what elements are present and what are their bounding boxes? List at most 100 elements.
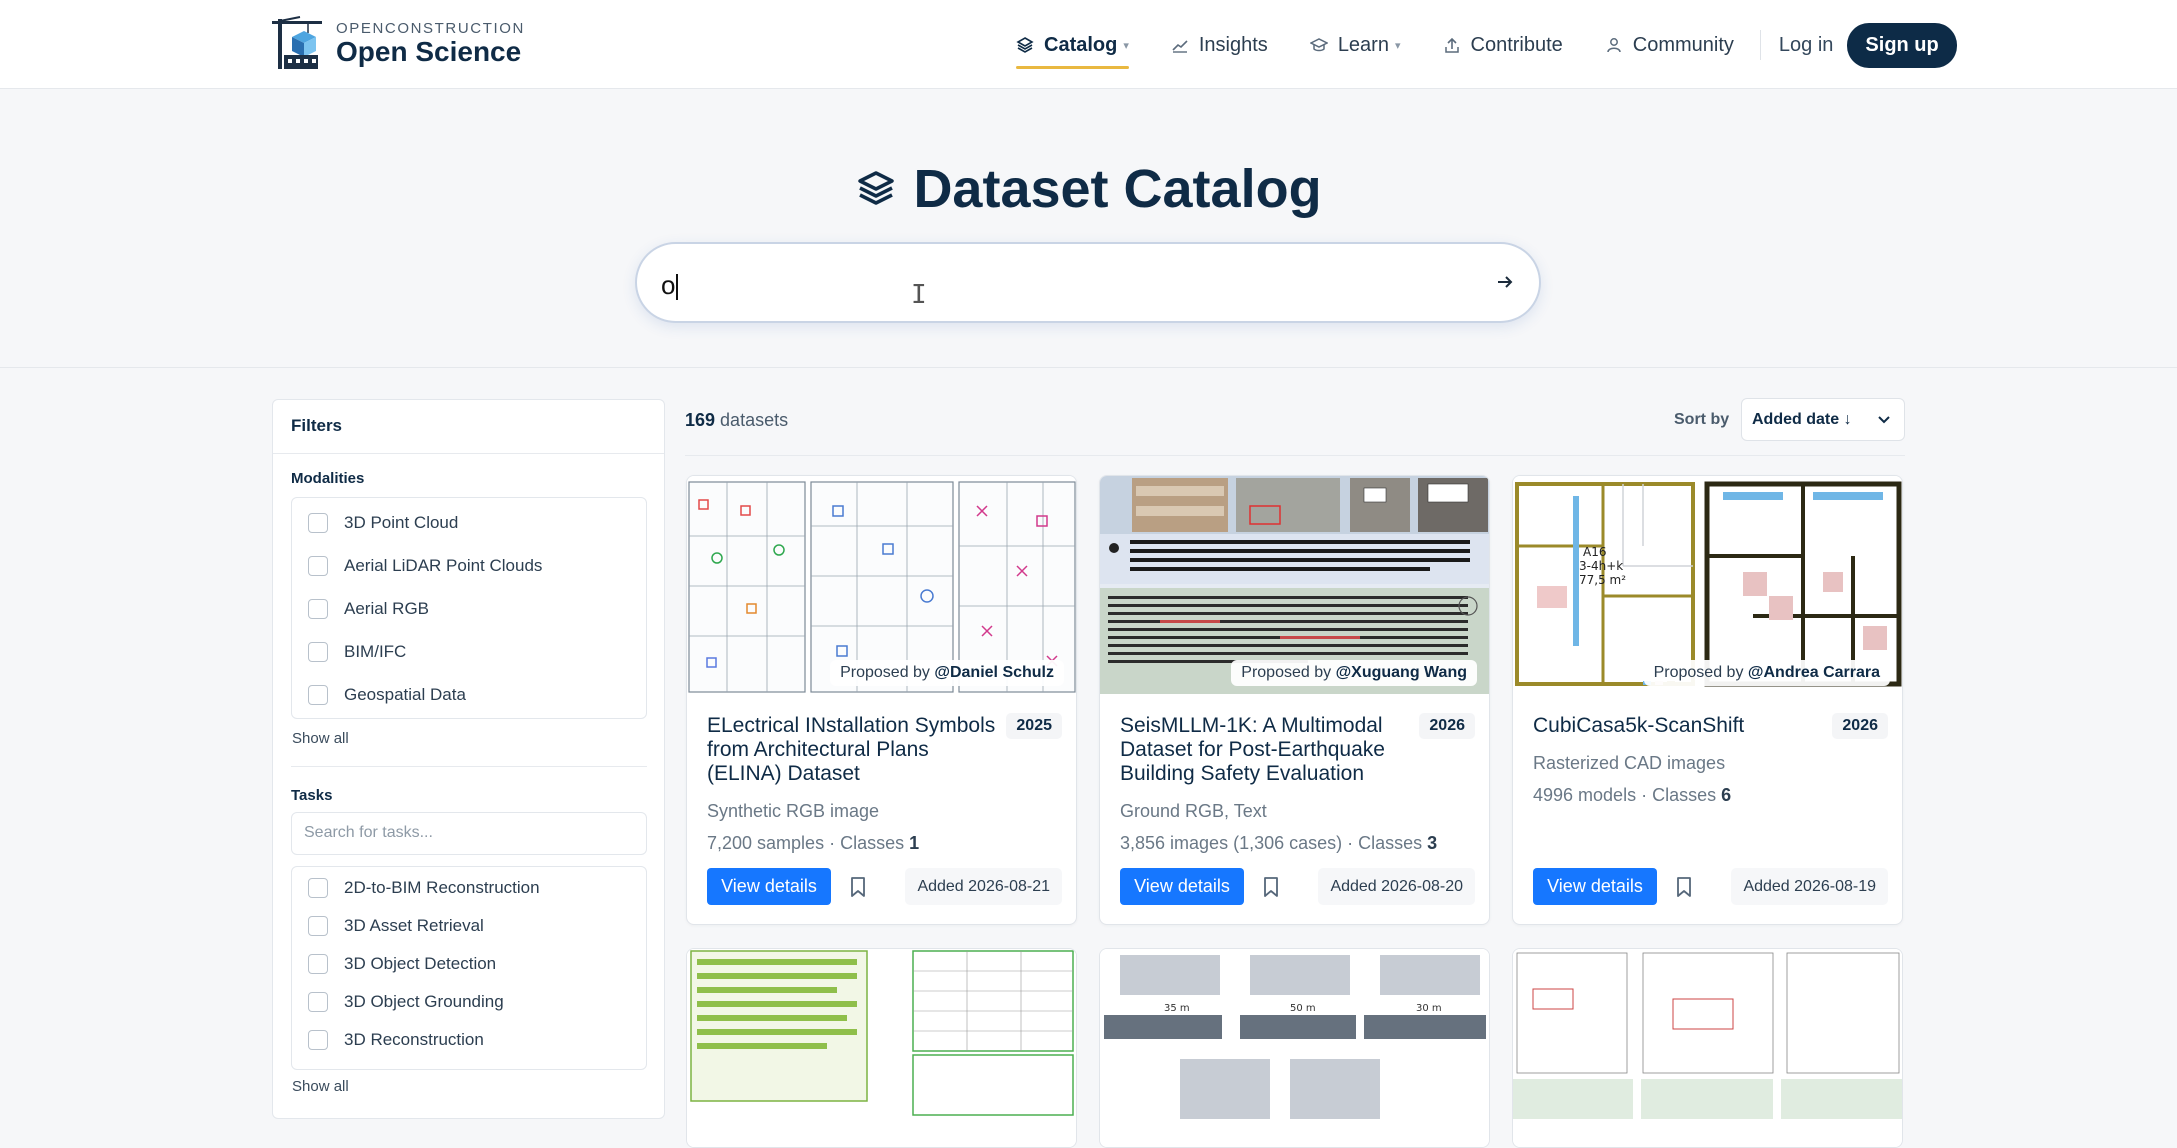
modalities-title: Modalities	[291, 470, 365, 487]
site-logo[interactable]: OPENCONSTRUCTION Open Science	[270, 14, 525, 74]
proposer-name[interactable]: @Andrea Carrara	[1748, 664, 1880, 681]
nav-contribute-label: Contribute	[1470, 33, 1563, 56]
signup-button[interactable]: Sign up	[1847, 22, 1957, 68]
dataset-card[interactable]	[1512, 948, 1903, 1148]
task-option[interactable]: 3D Object Grounding	[292, 983, 646, 1021]
nav-insights[interactable]: Insights	[1171, 25, 1268, 65]
checkbox[interactable]	[308, 916, 328, 936]
tasks-list: 2D-to-BIM Reconstruction 3D Asset Retrie…	[291, 866, 647, 1070]
divider	[685, 455, 1905, 456]
user-icon	[1605, 36, 1623, 54]
page-title-text: Dataset Catalog	[913, 159, 1322, 219]
dataset-modality: Rasterized CAD images	[1533, 753, 1726, 773]
arrow-right-icon[interactable]	[1493, 270, 1517, 294]
sort-select[interactable]: Added date ↓	[1741, 398, 1905, 441]
dataset-modality: Synthetic RGB image	[707, 801, 880, 821]
year-badge: 2026	[1832, 713, 1888, 739]
modalities-list: 3D Point Cloud Aerial LiDAR Point Clouds…	[291, 497, 647, 719]
dataset-thumbnail: 35 m 50 m 30 m	[1100, 949, 1489, 1147]
task-option[interactable]: 3D Asset Retrieval	[292, 907, 646, 945]
dataset-meta: 7,200 samples · Classes 1	[707, 833, 920, 853]
view-details-button[interactable]: View details	[1120, 868, 1244, 905]
chevron-down-icon	[1878, 416, 1890, 424]
added-date: Added 2026-08-21	[905, 868, 1062, 905]
svg-text:77,5 m²: 77,5 m²	[1579, 573, 1626, 587]
tasks-show-all[interactable]: Show all	[292, 1078, 349, 1095]
dataset-thumbnail: Proposed by @Xuguang Wang	[1100, 476, 1489, 694]
nav-learn[interactable]: Learn ▾	[1309, 25, 1401, 65]
dataset-card[interactable]: Proposed by @Daniel Schulz ELectrical IN…	[686, 475, 1077, 925]
year-badge: 2025	[1006, 713, 1062, 739]
filters-panel: Filters Modalities 3D Point Cloud Aerial…	[272, 399, 665, 1119]
task-option[interactable]: 3D Object Detection	[292, 945, 646, 983]
login-link[interactable]: Log in	[1779, 34, 1834, 57]
nav-catalog[interactable]: Catalog ▾	[1016, 25, 1129, 69]
chevron-down-icon: ▾	[1123, 39, 1129, 52]
checkbox[interactable]	[308, 992, 328, 1012]
dataset-thumbnail	[687, 949, 1076, 1147]
dataset-title[interactable]: ELectrical INstallation Symbols from Arc…	[707, 714, 997, 786]
modalities-show-all[interactable]: Show all	[292, 730, 349, 747]
dataset-thumbnail: Proposed by @Daniel Schulz	[687, 476, 1076, 694]
dataset-thumbnail: A16 3-4h+k 77,5 m² Proposed by @Andrea C…	[1513, 476, 1902, 694]
modality-option[interactable]: 3D Point Cloud	[292, 501, 646, 544]
search-input-text[interactable]: o	[661, 270, 679, 301]
modality-option[interactable]: Aerial RGB	[292, 587, 646, 630]
modality-option[interactable]: Aerial LiDAR Point Clouds	[292, 544, 646, 587]
chart-line-icon	[1171, 36, 1189, 54]
task-option[interactable]: 2D-to-BIM Reconstruction	[292, 869, 646, 907]
sort-select-value: Added date ↓	[1752, 411, 1852, 428]
page-title: Dataset Catalog	[0, 158, 2177, 220]
task-search-input[interactable]: Search for tasks...	[291, 812, 647, 855]
bookmark-icon[interactable]	[1675, 876, 1693, 898]
filters-title: Filters	[291, 416, 343, 435]
modality-option[interactable]: Geospatial Data	[292, 673, 646, 716]
bookmark-icon[interactable]	[1262, 876, 1280, 898]
brand-name: Open Science	[336, 36, 522, 67]
modality-option[interactable]: BIM/IFC	[292, 630, 646, 673]
search-input[interactable]: o I	[635, 242, 1541, 323]
nav-contribute[interactable]: Contribute	[1443, 25, 1563, 65]
dataset-card[interactable]: Proposed by @Xuguang Wang SeisMLLM-1K: A…	[1099, 475, 1490, 925]
dataset-card[interactable]: A16 3-4h+k 77,5 m² Proposed by @Andrea C…	[1512, 475, 1903, 925]
dataset-title[interactable]: CubiCasa5k-ScanShift	[1533, 714, 1823, 738]
proposed-by-badge: Proposed by @Xuguang Wang	[1231, 660, 1477, 686]
dataset-modality: Ground RGB, Text	[1120, 801, 1267, 821]
checkbox[interactable]	[308, 954, 328, 974]
bookmark-icon[interactable]	[849, 876, 867, 898]
dataset-title[interactable]: SeisMLLM-1K: A Multimodal Dataset for Po…	[1120, 714, 1410, 786]
nav-community-label: Community	[1632, 33, 1734, 56]
dataset-card[interactable]: 35 m 50 m 30 m	[1099, 948, 1490, 1148]
task-option[interactable]: 3D Reconstruction	[292, 1021, 646, 1059]
nav-catalog-label: Catalog	[1044, 33, 1118, 56]
checkbox[interactable]	[308, 512, 328, 533]
proposer-name[interactable]: @Daniel Schulz	[934, 664, 1054, 681]
svg-text:35 m: 35 m	[1164, 1003, 1190, 1014]
svg-text:50 m: 50 m	[1290, 1003, 1316, 1014]
checkbox[interactable]	[308, 1030, 328, 1050]
checkbox[interactable]	[308, 878, 328, 898]
proposer-name[interactable]: @Xuguang Wang	[1336, 664, 1467, 681]
dataset-meta: 4996 models · Classes 6	[1533, 785, 1732, 805]
brand-top-text: OPENCONSTRUCTION	[336, 20, 525, 37]
nav-learn-label: Learn	[1337, 33, 1389, 56]
view-details-button[interactable]: View details	[707, 868, 831, 905]
nav-community[interactable]: Community	[1605, 25, 1734, 65]
proposed-by-badge: Proposed by @Andrea Carrara	[1643, 660, 1890, 686]
checkbox[interactable]	[308, 555, 328, 576]
svg-text:30 m: 30 m	[1416, 1003, 1442, 1014]
hero-section: Dataset Catalog o I	[0, 90, 2177, 368]
checkbox[interactable]	[308, 684, 328, 705]
dataset-card[interactable]	[686, 948, 1077, 1148]
main-nav: Catalog ▾ Insights Learn ▾ Contribute Co…	[1016, 22, 1957, 69]
checkbox[interactable]	[308, 598, 328, 619]
dataset-thumbnail	[1513, 949, 1902, 1147]
divider	[273, 453, 664, 454]
checkbox[interactable]	[308, 641, 328, 662]
view-details-button[interactable]: View details	[1533, 868, 1657, 905]
site-header: OPENCONSTRUCTION Open Science Catalog ▾ …	[0, 0, 2177, 89]
dataset-meta: 3,856 images (1,306 cases) · Classes 3	[1120, 833, 1438, 853]
year-badge: 2026	[1419, 713, 1475, 739]
chevron-down-icon: ▾	[1394, 39, 1401, 52]
results-count: 169 datasets	[685, 410, 789, 430]
